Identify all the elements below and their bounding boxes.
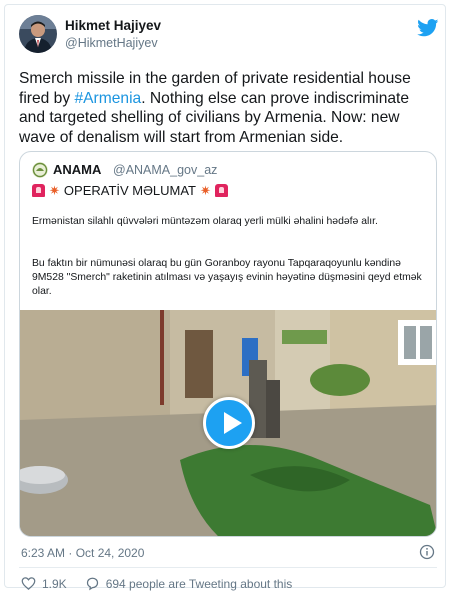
tweet-actions: 1.9K 694 people are Tweeting about this: [21, 576, 310, 591]
divider: [19, 567, 437, 568]
quoted-tweet[interactable]: ANAMA @ANAMA_gov_az ✷ OPERATİV MƏLUMAT ✷…: [19, 151, 437, 537]
collision-icon: ✷: [49, 183, 60, 198]
tweet-timestamp[interactable]: 6:23 AM · Oct 24, 2020: [21, 546, 144, 560]
like-button[interactable]: 1.9K: [21, 576, 67, 591]
heart-icon: [21, 577, 36, 590]
headline-text: OPERATİV MƏLUMAT: [63, 183, 196, 198]
hashtag-link[interactable]: #Armenia: [74, 90, 141, 107]
quoted-avatar[interactable]: [32, 162, 48, 178]
collision-icon: ✷: [200, 183, 211, 198]
author-avatar[interactable]: [19, 15, 57, 53]
tweet-card: Hikmet Hajiyev @HikmetHajiyev Smerch mis…: [4, 4, 446, 591]
quoted-paragraph: Bu faktın bir nümunəsi olaraq bu gün Gor…: [32, 258, 422, 297]
speech-bubble-icon: [86, 577, 98, 591]
quoted-headline: ✷ OPERATİV MƏLUMAT ✷: [32, 183, 228, 198]
twitter-bird-icon[interactable]: [417, 19, 439, 37]
video-player[interactable]: [20, 310, 436, 536]
tweet-text: Smerch missile in the garden of private …: [19, 69, 435, 147]
info-icon[interactable]: [419, 544, 435, 560]
siren-icon: [32, 184, 45, 197]
tweeting-link[interactable]: 694 people are Tweeting about this: [85, 576, 293, 591]
quoted-author-name[interactable]: ANAMA: [53, 162, 101, 177]
quoted-paragraph: Ermənistan silahlı qüvvələri müntəzəm ol…: [32, 216, 378, 227]
author-handle[interactable]: @HikmetHajiyev: [65, 36, 158, 50]
like-count: 1.9K: [42, 576, 67, 591]
author-name[interactable]: Hikmet Hajiyev: [65, 18, 161, 33]
siren-icon: [214, 184, 228, 197]
play-button[interactable]: [203, 397, 255, 449]
quoted-author-handle[interactable]: @ANAMA_gov_az: [113, 163, 217, 177]
tweeting-text: 694 people are Tweeting about this: [105, 576, 293, 591]
